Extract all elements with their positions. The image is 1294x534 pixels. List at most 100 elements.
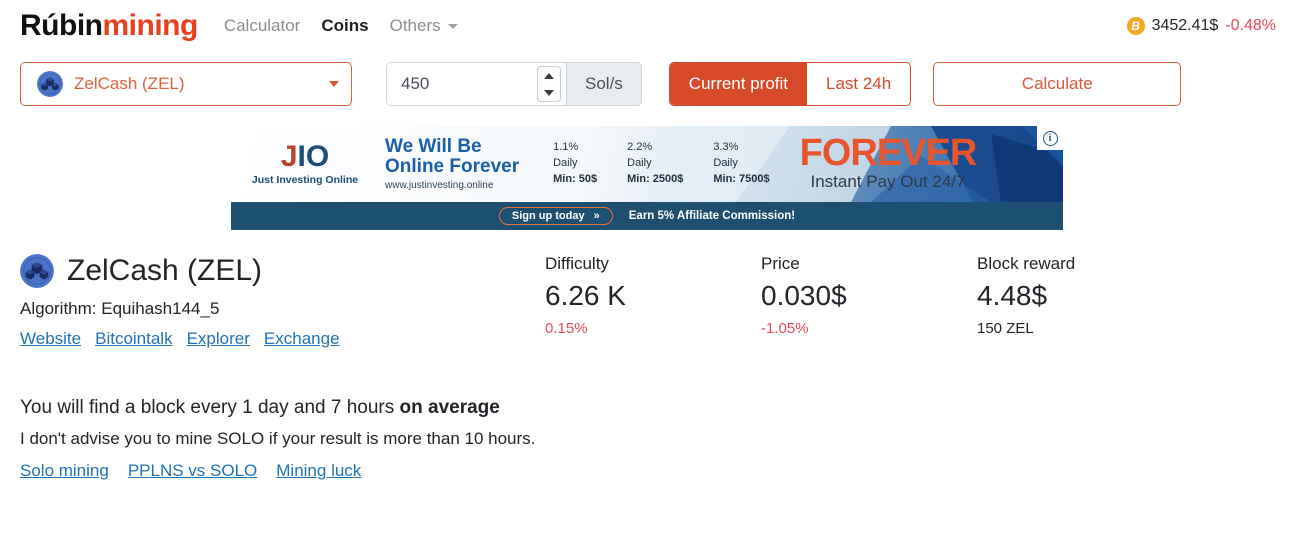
coin-select[interactable]: ZelCash (ZEL) [20,62,352,106]
coin-title-row: ZelCash (ZEL) [20,254,545,288]
ad-logo-j: J [280,140,298,173]
ad-plan-rate: 3.3% [713,141,739,154]
ad-logo-io: IO [297,140,330,173]
ad-forever-word: FOREVER [799,132,978,175]
info-icon: i [1042,130,1058,146]
ad-headline-line2: Online Forever [385,156,520,177]
ad-plan-rate: 1.1% [553,141,579,154]
block-time-statement: You will find a block every 1 day and 7 … [20,397,1274,419]
nav-item-coins[interactable]: Coins [321,16,368,36]
stepper-down-icon[interactable] [544,89,554,96]
nav-item-others[interactable]: Others [390,16,458,36]
ad-plan-period: Daily [553,157,578,170]
double-chevron-right-icon: » [593,210,600,222]
profit-period-toggle: Current profit Last 24h [668,62,912,106]
chevron-down-icon [329,81,339,87]
toggle-current-profit-label: Current profit [688,74,788,93]
calculate-button[interactable]: Calculate [933,62,1182,106]
stat-block-reward-sub: 150 ZEL [977,320,1034,337]
nav-item-calculator-label: Calculator [223,16,301,35]
btc-price-value: 3452.41$ [1151,17,1219,34]
ad-signup-button[interactable]: Sign up today » [498,207,613,225]
ad-forever-block: FOREVER Instant Pay Out 24/7 [799,132,978,192]
coin-details: ZelCash (ZEL) Algorithm: Equihash144_5 W… [20,254,545,349]
stat-block-reward-label: Block reward [977,254,1076,273]
coin-summary: ZelCash (ZEL) Algorithm: Equihash144_5 W… [0,254,1294,349]
toggle-last-24h[interactable]: Last 24h [807,63,911,105]
stat-price-label: Price [761,254,800,273]
ad-logo: JIO Just Investing Online [241,142,369,187]
stat-price: Price 0.030$ -1.05% [761,254,977,349]
stat-difficulty: Difficulty 6.26 K 0.15% [545,254,761,349]
bitcoin-icon-glyph: B [1131,19,1140,33]
info-icon-glyph: i [1048,132,1052,144]
stat-block-reward: Block reward 4.48$ 150 ZEL [977,254,1193,349]
ad-plan-min: Min: 2500$ [627,172,684,185]
brand-logo-first: Rúbin [20,9,103,42]
stat-difficulty-value: 6.26 K [545,280,626,311]
ad-content-bottom: Sign up today » Earn 5% Affiliate Commis… [231,202,1063,230]
bitcoin-icon: B [1126,17,1145,35]
nav-item-calculator[interactable]: Calculator [224,16,301,36]
brand-logo-second: mining [102,9,198,42]
ad-forever-subtitle: Instant Pay Out 24/7 [810,171,966,191]
btc-ticker: B 3452.41$ -0.48% [1126,17,1276,35]
link-bitcointalk[interactable]: Bitcointalk [95,329,172,349]
nav-item-others-label: Others [389,16,441,35]
ad-plan-min: Min: 7500$ [713,172,770,185]
block-time-statement-plain: You will find a block every 1 day and 7 … [20,397,400,418]
coin-algorithm: Algorithm: Equihash144_5 [20,299,220,318]
block-time-statement-emphasis: on average [399,397,500,418]
stat-price-delta: -1.05% [761,320,809,337]
nav-item-coins-label: Coins [321,16,369,35]
ad-plans: 1.1% Daily Min: 50$ 2.2% Daily Min: 2500… [553,140,770,188]
solo-advice-text: I don't advise you to mine SOLO if your … [20,429,536,448]
ad-url: www.justinvesting.online [385,180,494,192]
coin-links: Website Bitcointalk Explorer Exchange [20,329,545,349]
site-header: Rúbinmining Calculator Coins Others B 34… [0,0,1294,52]
toggle-current-profit[interactable]: Current profit [669,63,807,105]
link-mining-luck[interactable]: Mining luck [276,461,361,481]
ad-plan-min: Min: 50$ [553,172,598,185]
link-solo-mining[interactable]: Solo mining [20,461,109,481]
ad-affiliate-text: Earn 5% Affiliate Commission! [628,210,796,222]
toggle-last-24h-label: Last 24h [826,74,892,93]
solo-mining-links: Solo mining PPLNS vs SOLO Mining luck [20,461,1274,481]
link-website[interactable]: Website [20,329,81,349]
hashrate-stepper-box[interactable] [537,66,561,102]
page-title: ZelCash (ZEL) [67,254,263,287]
ad-logo-tagline: Just Investing Online [251,174,359,186]
ad-plan-item: 3.3% Daily Min: 7500$ [713,140,769,188]
ad-headline-line1: We Will Be [385,135,482,157]
link-pplns-vs-solo[interactable]: PPLNS vs SOLO [128,461,257,481]
stat-price-value: 0.030$ [761,280,847,311]
ad-plan-period: Daily [713,157,738,170]
ad-logo-mark: JIO [241,142,369,172]
ad-choices-button[interactable]: i [1037,126,1063,150]
link-exchange[interactable]: Exchange [264,329,340,349]
btc-change-value: -0.48% [1225,17,1276,34]
chevron-down-icon [447,24,458,30]
stepper-up-icon[interactable] [544,72,554,79]
ad-banner[interactable]: JIO Just Investing Online We Will Be Onl… [231,126,1063,230]
hashrate-input-group: Sol/s [386,62,642,106]
ad-plan-item: 2.2% Daily Min: 2500$ [627,140,683,188]
link-explorer[interactable]: Explorer [187,329,250,349]
ad-headline: We Will Be Online Forever www.justinvest… [385,135,520,192]
ad-plan-rate: 2.2% [627,141,653,154]
main-navigation: Calculator Coins Others [224,16,458,36]
zelcash-coin-icon [37,71,63,97]
calculator-controls: ZelCash (ZEL) Sol/s Current profit Last … [0,62,1294,106]
brand-logo[interactable]: Rúbinmining [20,9,198,43]
coin-stats: Difficulty 6.26 K 0.15% Price 0.030$ -1.… [545,254,1274,349]
hashrate-unit-label: Sol/s [566,62,642,106]
stat-difficulty-delta: 0.15% [545,320,588,337]
stat-difficulty-label: Difficulty [545,254,609,273]
hashrate-unit-text: Sol/s [585,74,623,93]
advertisement-region: JIO Just Investing Online We Will Be Onl… [0,126,1294,230]
ad-plan-item: 1.1% Daily Min: 50$ [553,140,597,188]
coin-select-value: ZelCash (ZEL) [74,74,185,93]
ad-plan-period: Daily [627,157,652,170]
solo-mining-info: You will find a block every 1 day and 7 … [0,397,1294,481]
zelcash-coin-icon [20,254,54,288]
